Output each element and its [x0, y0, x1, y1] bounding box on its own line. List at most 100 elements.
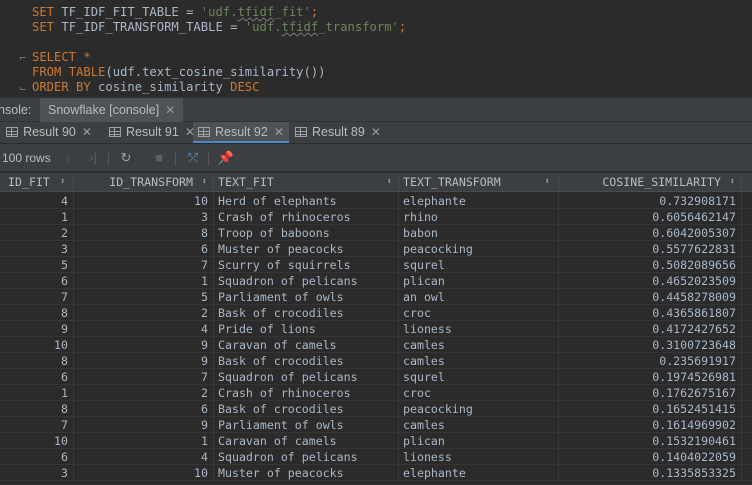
cell-cosine-similarity[interactable]: 0.4365861807: [559, 305, 742, 321]
cell-id-fit[interactable]: 7: [0, 289, 74, 305]
cell-id-transform[interactable]: 10: [74, 193, 214, 209]
cell-id-transform[interactable]: 1: [74, 433, 214, 449]
result-grid[interactable]: ID_FIT ⬍ ID_TRANSFORM ⬍ TEXT_FIT ⬍ TEXT_TRA…: [0, 173, 752, 485]
cell-id-fit[interactable]: 10: [0, 337, 74, 353]
cell-text-transform[interactable]: plican: [399, 273, 559, 289]
cell-text-fit[interactable]: Bask of crocodiles: [214, 401, 399, 417]
cell-text-fit[interactable]: Muster of peacocks: [214, 241, 399, 257]
cell-text-fit[interactable]: Squadron of pelicans: [214, 273, 399, 289]
table-row[interactable]: 4 10 Herd of elephants elephante 0.732908171: [0, 193, 752, 209]
cell-id-transform[interactable]: 9: [74, 337, 214, 353]
close-icon[interactable]: ✕: [165, 103, 175, 117]
cell-text-transform[interactable]: squrel: [399, 369, 559, 385]
table-row[interactable]: 10 9 Caravan of camels camles 0.3100723648: [0, 337, 752, 353]
cell-id-fit[interactable]: 6: [0, 273, 74, 289]
sort-icon[interactable]: ⬍: [545, 173, 550, 192]
code-line-6[interactable]: ORDER BY cosine_similarity DESC: [32, 80, 259, 95]
cell-text-fit[interactable]: Caravan of camels: [214, 433, 399, 449]
cell-text-fit[interactable]: Scurry of squirrels: [214, 257, 399, 273]
cell-id-fit[interactable]: 9: [0, 321, 74, 337]
cell-text-transform[interactable]: an owl: [399, 289, 559, 305]
fold-open-icon[interactable]: ⌐: [19, 55, 28, 64]
code-line-4[interactable]: SELECT *: [32, 50, 91, 65]
cell-cosine-similarity[interactable]: 0.5082089656: [559, 257, 742, 273]
cell-id-transform[interactable]: 3: [74, 209, 214, 225]
cell-id-fit[interactable]: 2: [0, 225, 74, 241]
cell-text-fit[interactable]: Crash of rhinoceros: [214, 209, 399, 225]
cell-text-transform[interactable]: peacocking: [399, 241, 559, 257]
next-page-icon[interactable]: ›: [60, 144, 76, 172]
cell-id-transform[interactable]: 5: [74, 289, 214, 305]
cell-text-transform[interactable]: rhino: [399, 209, 559, 225]
cell-text-fit[interactable]: Troop of baboons: [214, 225, 399, 241]
sort-icon[interactable]: ⬍: [730, 173, 735, 192]
sort-icon[interactable]: ⬍: [60, 173, 65, 192]
cell-text-transform[interactable]: babon: [399, 225, 559, 241]
table-row[interactable]: 6 1 Squadron of pelicans plican 0.4652023509: [0, 273, 752, 289]
cell-id-transform[interactable]: 7: [74, 369, 214, 385]
cell-id-fit[interactable]: 3: [0, 465, 74, 481]
column-header-id-fit[interactable]: ID_FIT ⬍: [0, 173, 74, 192]
cell-cosine-similarity[interactable]: 0.732908171: [559, 193, 742, 209]
close-icon[interactable]: ✕: [82, 125, 92, 139]
cell-text-fit[interactable]: Crash of rhinoceros: [214, 385, 399, 401]
sort-icon[interactable]: ⬍: [387, 173, 392, 192]
cell-text-fit[interactable]: Parliament of owls: [214, 289, 399, 305]
tab-result-91[interactable]: Result 91 ✕: [104, 122, 200, 143]
refresh-icon[interactable]: ↻: [117, 144, 135, 172]
cell-cosine-similarity[interactable]: 0.1762675167: [559, 385, 742, 401]
cell-id-transform[interactable]: 9: [74, 417, 214, 433]
cell-text-transform[interactable]: elephante: [399, 193, 559, 209]
table-row[interactable]: 6 7 Squadron of pelicans squrel 0.1974526981: [0, 369, 752, 385]
table-row[interactable]: 6 4 Squadron of pelicans lioness 0.140402205…: [0, 449, 752, 465]
table-row[interactable]: 7 5 Parliament of owls an owl 0.4458278009: [0, 289, 752, 305]
cell-cosine-similarity[interactable]: 0.6056462147: [559, 209, 742, 225]
cell-cosine-similarity[interactable]: 0.6042005307: [559, 225, 742, 241]
cell-text-transform[interactable]: camles: [399, 337, 559, 353]
table-row[interactable]: 1 3 Crash of rhinoceros rhino 0.6056462147: [0, 209, 752, 225]
cell-id-fit[interactable]: 5: [0, 257, 74, 273]
cell-text-fit[interactable]: Caravan of camels: [214, 337, 399, 353]
cell-text-fit[interactable]: Bask of crocodiles: [214, 353, 399, 369]
cell-text-fit[interactable]: Pride of lions: [214, 321, 399, 337]
table-row[interactable]: 8 6 Bask of crocodiles peacocking 0.16524514…: [0, 401, 752, 417]
table-row[interactable]: 9 4 Pride of lions lioness 0.4172427652: [0, 321, 752, 337]
cell-id-transform[interactable]: 4: [74, 449, 214, 465]
sort-icon[interactable]: ⬍: [202, 173, 207, 192]
close-icon[interactable]: ✕: [274, 125, 284, 139]
cell-id-transform[interactable]: 9: [74, 353, 214, 369]
cell-text-fit[interactable]: Squadron of pelicans: [214, 449, 399, 465]
transpose-icon[interactable]: ⤱: [183, 144, 203, 172]
cell-id-transform[interactable]: 4: [74, 321, 214, 337]
tab-result-90[interactable]: ✕Result 90✕: [0, 122, 97, 143]
cell-id-fit[interactable]: 1: [0, 209, 74, 225]
cell-text-fit[interactable]: Parliament of owls: [214, 417, 399, 433]
cell-cosine-similarity[interactable]: 0.3100723648: [559, 337, 742, 353]
cell-text-fit[interactable]: Bask of crocodiles: [214, 305, 399, 321]
cell-id-fit[interactable]: 1: [0, 385, 74, 401]
cell-id-fit[interactable]: 3: [0, 241, 74, 257]
table-row[interactable]: 2 8 Troop of baboons babon 0.6042005307: [0, 225, 752, 241]
column-header-text-fit[interactable]: TEXT_FIT ⬍: [214, 173, 399, 192]
table-row[interactable]: 10 1 Caravan of camels plican 0.1532190461: [0, 433, 752, 449]
cell-text-transform[interactable]: peacocking: [399, 401, 559, 417]
cell-cosine-similarity[interactable]: 0.1614969902: [559, 417, 742, 433]
cell-text-transform[interactable]: camles: [399, 353, 559, 369]
column-header-cosine-similarity[interactable]: COSINE_SIMILARITY ⬍: [559, 173, 742, 192]
cell-text-fit[interactable]: Muster of peacocks: [214, 465, 399, 481]
cell-id-transform[interactable]: 6: [74, 401, 214, 417]
cell-id-fit[interactable]: 7: [0, 417, 74, 433]
cell-id-transform[interactable]: 10: [74, 465, 214, 481]
cell-cosine-similarity[interactable]: 0.1974526981: [559, 369, 742, 385]
cell-text-transform[interactable]: lioness: [399, 321, 559, 337]
table-row[interactable]: 8 2 Bask of crocodiles croc 0.4365861807: [0, 305, 752, 321]
cell-id-fit[interactable]: 10: [0, 433, 74, 449]
cell-cosine-similarity[interactable]: 0.4458278009: [559, 289, 742, 305]
cell-text-transform[interactable]: camles: [399, 417, 559, 433]
cell-id-transform[interactable]: 1: [74, 273, 214, 289]
cell-cosine-similarity[interactable]: 0.4172427652: [559, 321, 742, 337]
code-line-5[interactable]: FROM TABLE(udf.text_cosine_similarity()): [32, 65, 326, 80]
cell-id-transform[interactable]: 8: [74, 225, 214, 241]
last-page-icon[interactable]: ›|: [84, 144, 102, 172]
cell-cosine-similarity[interactable]: 0.1652451415: [559, 401, 742, 417]
